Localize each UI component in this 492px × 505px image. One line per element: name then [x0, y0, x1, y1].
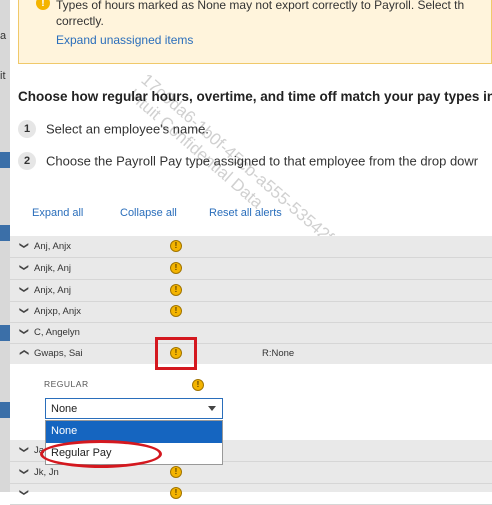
- pay-type-select[interactable]: None: [45, 398, 223, 419]
- warning-icon: !: [192, 379, 204, 391]
- option-label: None: [51, 425, 78, 437]
- chevron-down-icon[interactable]: ❯: [18, 468, 29, 476]
- employee-name: Anjx, Anj: [34, 285, 71, 296]
- chevron-up-icon[interactable]: ❯: [18, 349, 29, 357]
- collapse-all-link[interactable]: Collapse all: [120, 207, 177, 219]
- chevron-down-icon[interactable]: ❯: [18, 242, 29, 250]
- alert-message: Types of hours marked as None may not ex…: [56, 0, 465, 12]
- left-edge-text: a: [0, 30, 7, 42]
- left-edge-tab[interactable]: [0, 152, 10, 168]
- warning-icon: !: [36, 0, 50, 10]
- section-heading: Choose how regular hours, overtime, and …: [18, 89, 492, 104]
- employee-name: Anj, Anjx: [34, 241, 71, 252]
- chevron-down-icon[interactable]: ❯: [18, 307, 29, 315]
- alert-message-continued: correctly.: [56, 14, 104, 28]
- expand-all-link[interactable]: Expand all: [32, 207, 83, 219]
- regular-label: REGULAR: [44, 379, 89, 389]
- step-2: 2 Choose the Payroll Pay type assigned to…: [18, 152, 478, 170]
- step-text: Select an employee's name.: [46, 121, 209, 137]
- pay-summary: R:None: [262, 348, 295, 359]
- reset-alerts-link[interactable]: Reset all alerts: [209, 207, 282, 219]
- left-edge-tab[interactable]: [0, 325, 10, 341]
- employee-row[interactable]: ❯ !: [10, 483, 492, 505]
- warning-icon: !: [170, 284, 182, 296]
- employee-row[interactable]: ❯ Anjxp, Anjx !: [10, 301, 492, 323]
- warning-icon: !: [170, 487, 182, 499]
- step-number: 2: [18, 152, 36, 170]
- left-edge-tab[interactable]: [0, 225, 10, 241]
- employee-name: C, Angelyn: [34, 327, 80, 338]
- step-1: 1 Select an employee's name.: [18, 120, 209, 138]
- option-none[interactable]: None: [46, 421, 222, 443]
- selected-pay-type: None: [51, 403, 78, 415]
- employee-row-expanded[interactable]: ❯ Gwaps, Sai ! R:None: [10, 343, 492, 365]
- warning-icon: !: [170, 262, 182, 274]
- left-edge-text: it: [0, 70, 6, 82]
- employee-name: Gwaps, Sai: [34, 348, 83, 359]
- left-edge-tab[interactable]: [0, 402, 10, 418]
- left-panel-edge: a it: [0, 0, 10, 492]
- unassigned-hours-alert: ! Types of hours marked as None may not …: [18, 0, 492, 64]
- warning-icon: !: [170, 466, 182, 478]
- employee-row[interactable]: ❯ Anj, Anjx !: [10, 236, 492, 258]
- chevron-down-icon[interactable]: ❯: [18, 286, 29, 294]
- employee-name: Jk, Jn: [34, 467, 59, 478]
- chevron-down-icon[interactable]: ❯: [18, 446, 29, 454]
- expand-unassigned-link[interactable]: Expand unassigned items: [56, 33, 193, 47]
- chevron-down-icon[interactable]: [208, 406, 216, 411]
- employee-name: Anjxp, Anjx: [34, 306, 81, 317]
- annotation-highlight-oval: [40, 440, 162, 468]
- employee-row[interactable]: ❯ Anjk, Anj !: [10, 258, 492, 280]
- chevron-down-icon[interactable]: ❯: [18, 489, 29, 497]
- employee-row[interactable]: ❯ C, Angelyn: [10, 322, 492, 344]
- annotation-highlight-box: [155, 337, 197, 370]
- warning-icon: !: [170, 305, 182, 317]
- chevron-down-icon[interactable]: ❯: [18, 328, 29, 336]
- employee-row[interactable]: ❯ Anjx, Anj !: [10, 280, 492, 302]
- step-text: Choose the Payroll Pay type assigned to …: [46, 153, 479, 169]
- step-number: 1: [18, 120, 36, 138]
- chevron-down-icon[interactable]: ❯: [18, 264, 29, 272]
- employee-name: Anjk, Anj: [34, 263, 71, 274]
- warning-icon: !: [170, 240, 182, 252]
